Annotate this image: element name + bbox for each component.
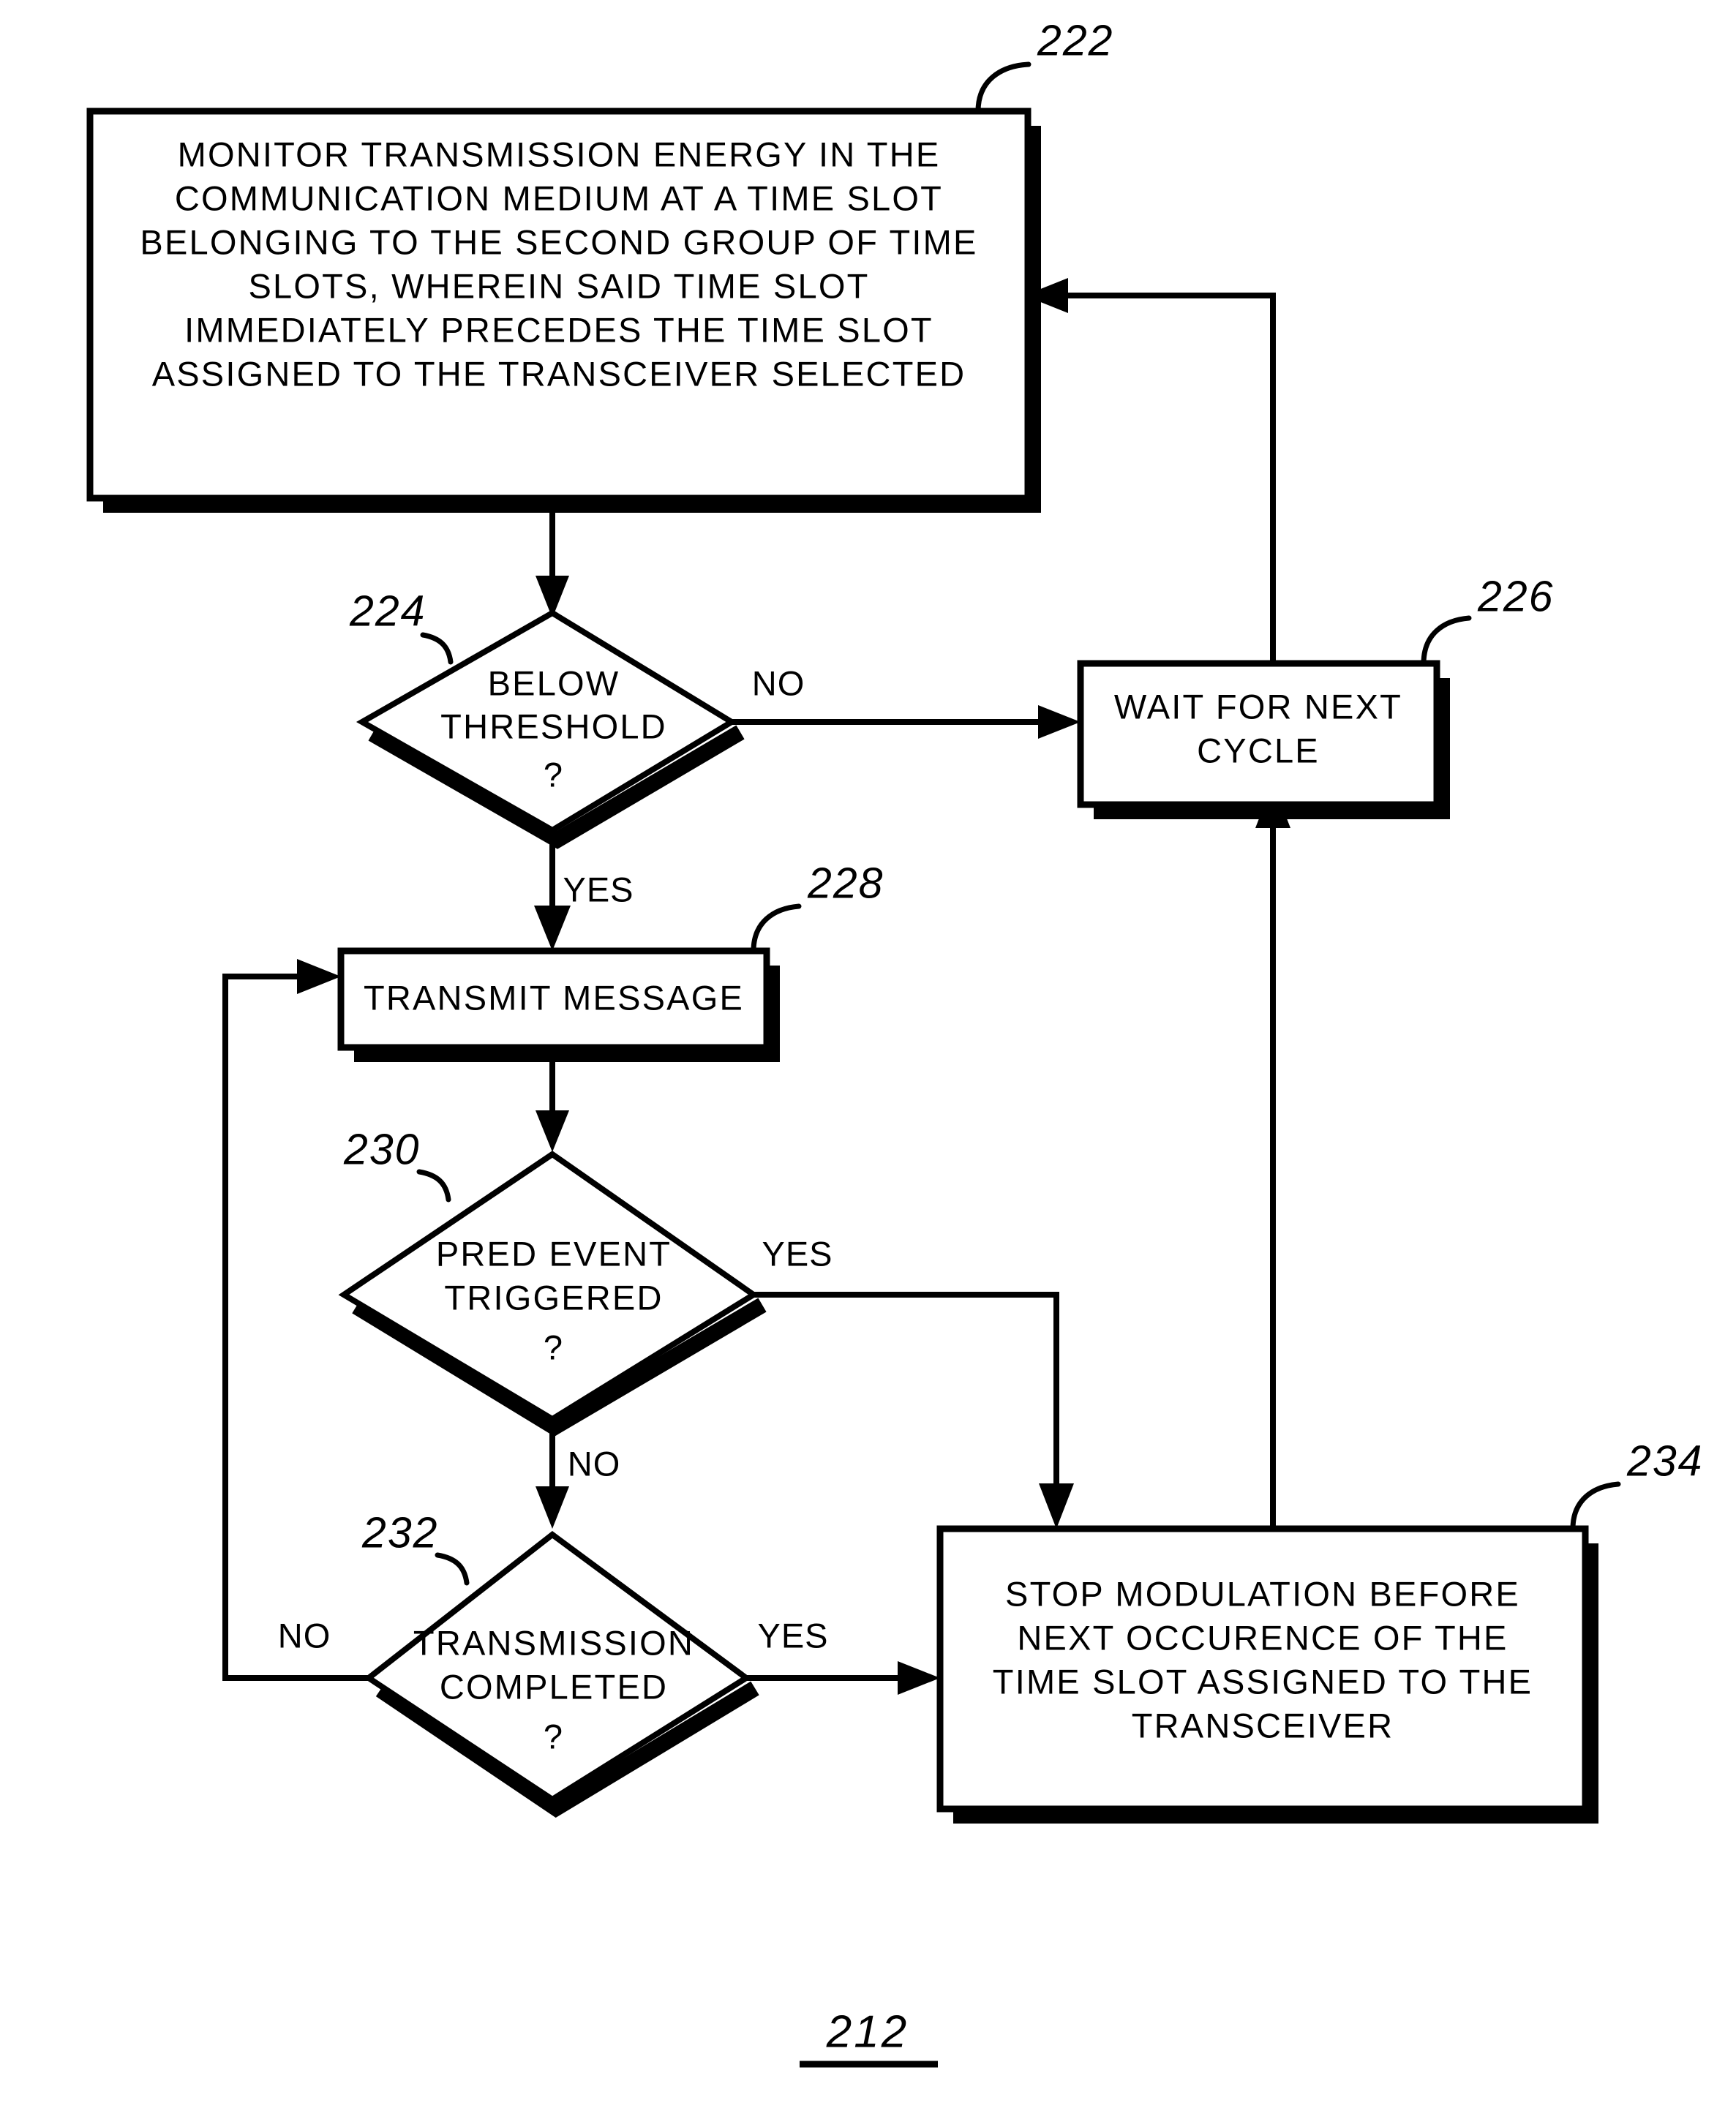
figure-number-group: 212 [800, 2006, 938, 2068]
node-stop-modulation[interactable]: STOP MODULATION BEFORE NEXT OCCURENCE OF… [936, 1525, 1598, 1824]
transmit-line-1: TRANSMIT MESSAGE [364, 978, 744, 1017]
branch-label-completed-no: NO [278, 1616, 331, 1655]
node-transmit-message[interactable]: TRANSMIT MESSAGE [337, 947, 780, 1062]
node-wait-for-next-cycle[interactable]: WAIT FOR NEXT CYCLE [1077, 660, 1450, 819]
wait-line-2: CYCLE [1197, 731, 1320, 769]
below-threshold-line-1: BELOW [488, 663, 620, 702]
connector-stop-to-wait [1255, 783, 1290, 1529]
monitor-line-2: COMMUNICATION MEDIUM AT A TIME SLOT [175, 178, 943, 217]
ref-number-234: 234 [1626, 1437, 1703, 1486]
ref-number-226: 226 [1477, 573, 1554, 621]
stop-modulation-line-4: TRANSCEIVER [1132, 1706, 1394, 1745]
below-threshold-line-3: ? [544, 755, 564, 794]
patent-figure-212: MONITOR TRANSMISSION ENERGY IN THE COMMU… [0, 0, 1736, 2111]
wait-line-1: WAIT FOR NEXT [1114, 687, 1402, 726]
node-below-threshold[interactable]: BELOW THRESHOLD ? [356, 609, 745, 849]
ref-number-232: 232 [361, 1509, 438, 1557]
ref-callout-228: 228 [751, 859, 884, 954]
ref-callout-222: 222 [975, 17, 1113, 114]
connector-completed-no-to-transmit [222, 959, 369, 1681]
branch-label-threshold-yes: YES [563, 870, 634, 908]
monitor-line-3: BELONGING TO THE SECOND GROUP OF TIME [140, 222, 977, 261]
stop-modulation-line-2: NEXT OCCURENCE OF THE [1017, 1618, 1508, 1657]
node-transmission-completed[interactable]: TRANSMISSION COMPLETED ? [364, 1530, 759, 1818]
ref-callout-234: 234 [1570, 1437, 1703, 1532]
stop-modulation-line-3: TIME SLOT ASSIGNED TO THE [993, 1662, 1533, 1701]
ref-callout-226: 226 [1421, 573, 1554, 666]
branch-label-completed-yes: YES [757, 1616, 828, 1655]
connector-wait-to-monitor [1024, 278, 1276, 663]
monitor-line-6: ASSIGNED TO THE TRANSCEIVER SELECTED [152, 354, 966, 393]
node-monitor-transmission[interactable]: MONITOR TRANSMISSION ENERGY IN THE COMMU… [86, 108, 1041, 513]
below-threshold-line-2: THRESHOLD [440, 707, 667, 745]
connector-completed-yes-to-stop [746, 1661, 940, 1695]
ref-number-224: 224 [349, 587, 426, 636]
monitor-line-5: IMMEDIATELY PRECEDES THE TIME SLOT [184, 310, 933, 349]
connector-pred-no-to-completed [536, 1419, 569, 1529]
ref-number-228: 228 [807, 859, 884, 908]
node-pred-event-triggered[interactable]: PRED EVENT TRIGGERED ? [338, 1151, 767, 1437]
connector-threshold-no-to-wait [732, 705, 1081, 739]
branch-label-pred-yes: YES [762, 1234, 833, 1273]
branch-label-pred-no: NO [568, 1444, 621, 1483]
ref-callout-224: 224 [349, 587, 454, 665]
ref-callout-230: 230 [343, 1126, 451, 1203]
pred-event-line-2: TRIGGERED [444, 1278, 663, 1317]
monitor-line-4: SLOTS, WHEREIN SAID TIME SLOT [248, 266, 869, 305]
connector-transmit-to-pred [536, 1061, 569, 1152]
figure-number: 212 [826, 2006, 909, 2057]
connector-pred-yes-to-stop [754, 1292, 1074, 1529]
ref-callout-232: 232 [361, 1509, 470, 1586]
ref-number-230: 230 [343, 1126, 420, 1174]
pred-event-line-3: ? [544, 1328, 564, 1366]
monitor-line-1: MONITOR TRANSMISSION ENERGY IN THE [178, 135, 941, 173]
transmission-completed-line-3: ? [544, 1717, 564, 1756]
ref-number-222: 222 [1037, 17, 1113, 65]
stop-modulation-line-1: STOP MODULATION BEFORE [1005, 1574, 1520, 1613]
branch-label-threshold-no: NO [752, 663, 805, 702]
flowchart-canvas: MONITOR TRANSMISSION ENERGY IN THE COMMU… [86, 17, 1703, 2068]
transmission-completed-line-2: COMPLETED [440, 1667, 668, 1706]
connector-monitor-to-threshold [536, 505, 569, 618]
pred-event-line-1: PRED EVENT [436, 1234, 672, 1273]
transmission-completed-line-1: TRANSMISSION [413, 1623, 694, 1662]
